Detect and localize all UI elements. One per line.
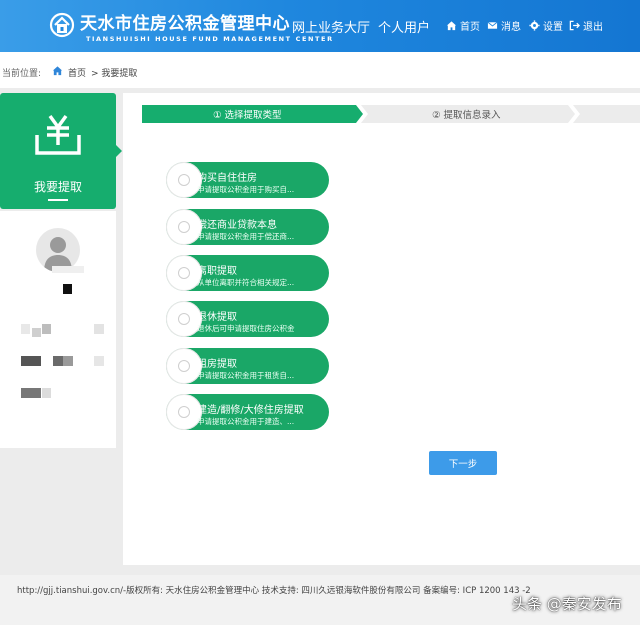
withdraw-menu-card[interactable]: 我要提取 <box>0 93 116 209</box>
blurred-info <box>42 388 51 398</box>
option-title: 购买自住住房 <box>197 173 257 184</box>
option-title: 离职提取 <box>197 266 237 277</box>
mail-icon <box>487 21 498 29</box>
breadcrumb: 当前位置: 首页 > 我要提取 <box>0 52 640 88</box>
breadcrumb-home-link[interactable]: 首页 <box>68 66 86 79</box>
step-3-shape <box>573 105 640 123</box>
nav-settings[interactable]: 设置 <box>529 18 563 33</box>
option-radio[interactable] <box>178 406 190 418</box>
nav-home-label: 首页 <box>460 22 480 33</box>
option-radio[interactable] <box>178 313 190 325</box>
personal-user-title: 个人用户 <box>378 21 431 36</box>
home-icon <box>52 66 63 76</box>
main-content: ① 选择提取类型 ② 提取信息录入 购买自住住房 申请提取公积金用于购买自...… <box>123 93 640 565</box>
active-menu-pointer <box>116 145 122 157</box>
option-desc: 申请提取公积金用于建造、... <box>197 417 295 426</box>
breadcrumb-current: > 我要提取 <box>91 69 138 79</box>
nav-logout[interactable]: 退出 <box>569 18 603 33</box>
blurred-info <box>32 328 41 337</box>
blurred-username <box>52 266 84 273</box>
blurred-info <box>42 324 51 334</box>
option-desc: 申请提取公积金用于偿还商... <box>197 232 295 241</box>
user-info-panel <box>0 211 116 448</box>
option-resignation[interactable]: 离职提取 从单位离职并符合相关规定... <box>166 255 329 291</box>
top-header: 天水市住房公积金管理中心 TIANSHUISHI HOUSE FUND MANA… <box>0 0 640 52</box>
nav-settings-label: 设置 <box>543 22 563 33</box>
gear-icon <box>529 20 540 31</box>
step-1-label: ① 选择提取类型 <box>213 110 282 121</box>
withdraw-menu-title: 我要提取 <box>33 180 82 194</box>
option-title: 偿还商业贷款本息 <box>197 220 277 231</box>
option-repay-loan[interactable]: 偿还商业贷款本息 申请提取公积金用于偿还商... <box>166 209 329 245</box>
blurred-info <box>21 324 30 334</box>
business-hall-title: 网上业务大厅 <box>292 21 371 36</box>
option-radio[interactable] <box>178 221 190 233</box>
logo-icon <box>49 12 75 38</box>
option-radio[interactable] <box>178 267 190 279</box>
option-desc: 退休后可申请提取住房公积金 <box>197 324 295 333</box>
option-radio[interactable] <box>178 174 190 186</box>
nav-messages[interactable]: 消息 <box>487 18 521 33</box>
blurred-info <box>94 356 104 366</box>
option-title: 租房提取 <box>197 359 237 370</box>
option-desc: 从单位离职并符合相关规定... <box>197 278 295 287</box>
option-build-renovate[interactable]: 建造/翻修/大修住房提取 申请提取公积金用于建造、... <box>166 394 329 430</box>
site-name: 天水市住房公积金管理中心 <box>80 14 290 34</box>
option-rent[interactable]: 租房提取 申请提取公积金用于租赁自... <box>166 348 329 384</box>
option-buy-house[interactable]: 购买自住住房 申请提取公积金用于购买自... <box>166 162 329 198</box>
option-title: 建造/翻修/大修住房提取 <box>197 405 304 416</box>
footer-copyright: http://gjj.tianshui.gov.cn/-版权所有: 天水住房公积… <box>17 586 531 596</box>
nav-home[interactable]: 首页 <box>446 18 480 33</box>
home-icon <box>446 21 457 31</box>
breadcrumb-lead: 当前位置: <box>2 69 42 79</box>
yuan-tray-icon <box>35 114 81 155</box>
watermark: 头条 @秦安发布 <box>512 595 622 613</box>
blurred-info <box>94 324 104 334</box>
site-name-en: TIANSHUISHI HOUSE FUND MANAGEMENT CENTER <box>86 35 334 43</box>
blurred-info <box>63 284 72 294</box>
option-title: 退休提取 <box>197 312 237 323</box>
menu-underline <box>48 199 68 201</box>
logout-icon <box>569 20 580 31</box>
option-retirement[interactable]: 退休提取 退休后可申请提取住房公积金 <box>166 301 329 337</box>
blurred-info <box>63 356 73 366</box>
blurred-info <box>53 356 63 366</box>
nav-logout-label: 退出 <box>583 22 603 33</box>
blurred-info <box>21 388 41 398</box>
nav-messages-label: 消息 <box>501 22 521 33</box>
option-desc: 申请提取公积金用于租赁自... <box>197 371 295 380</box>
option-desc: 申请提取公积金用于购买自... <box>197 185 295 194</box>
step-2-label: ② 提取信息录入 <box>432 110 501 121</box>
blurred-info <box>21 356 41 366</box>
option-radio[interactable] <box>178 360 190 372</box>
next-step-button[interactable]: 下一步 <box>429 451 497 475</box>
